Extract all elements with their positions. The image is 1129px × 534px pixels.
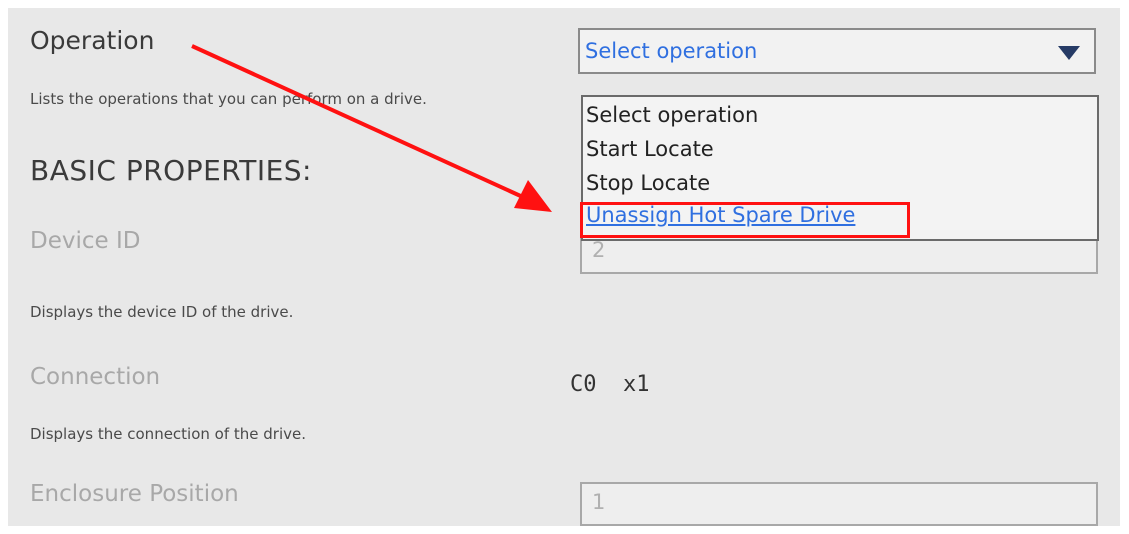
annotation-arrow-shaft bbox=[191, 44, 526, 200]
red-arrow-icon bbox=[191, 44, 552, 212]
